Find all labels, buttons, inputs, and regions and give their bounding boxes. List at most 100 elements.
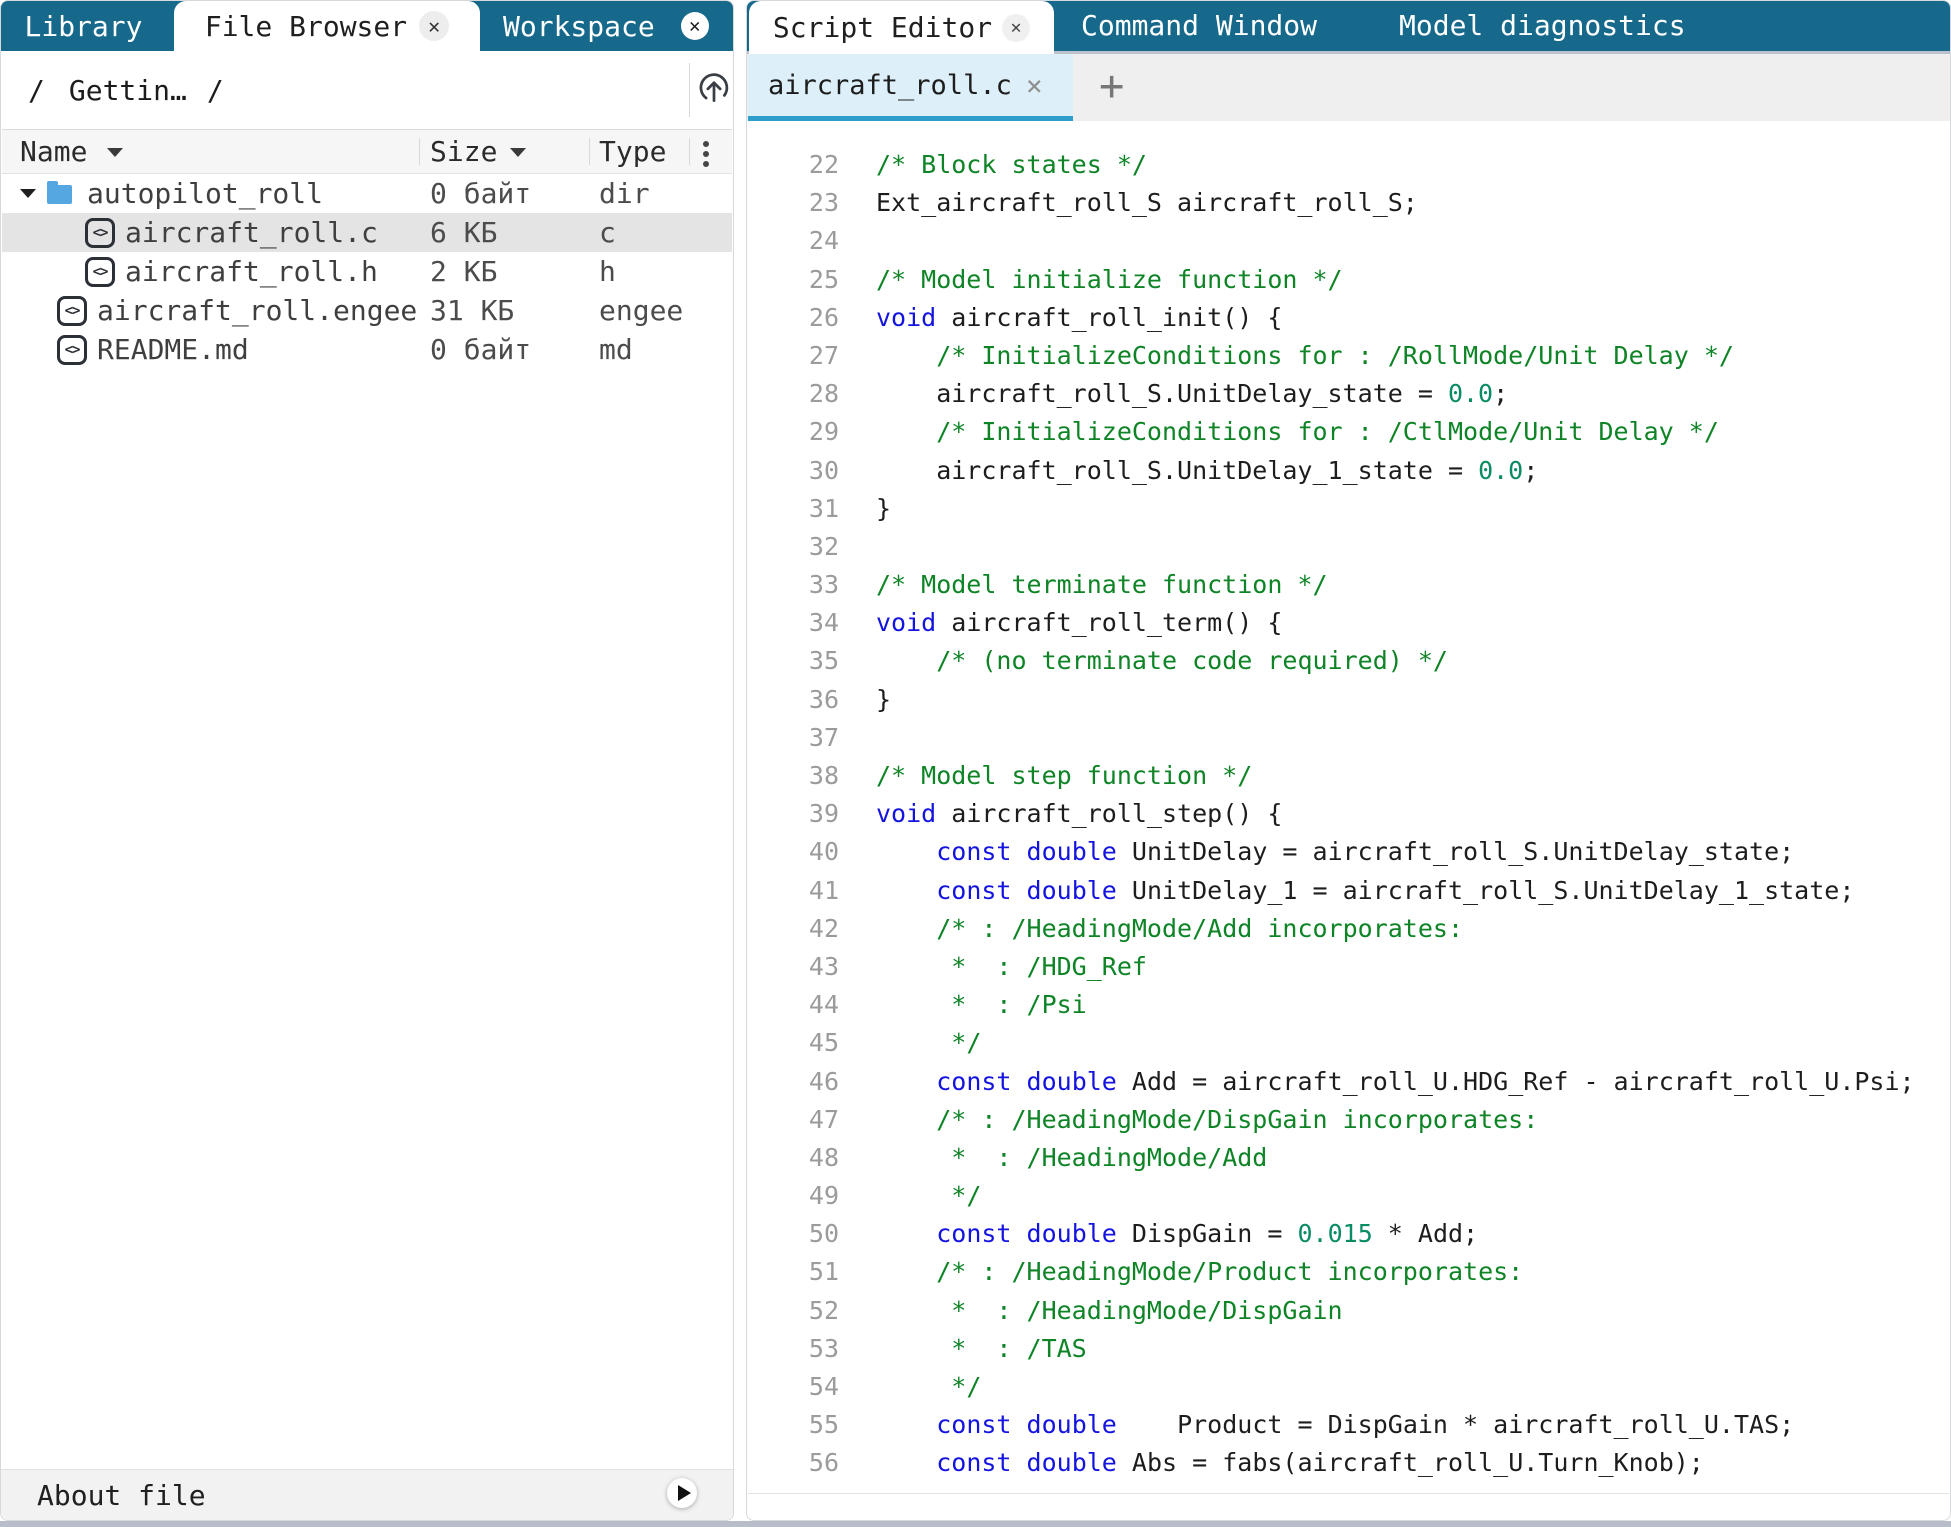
code-text: * : /HeadingMode/DispGain (876, 1292, 1343, 1330)
code-text: aircraft_roll_S.UnitDelay_1_state = 0.0; (876, 452, 1538, 490)
code-text: } (876, 681, 891, 719)
divider (589, 138, 590, 165)
code-text: * : /Psi (876, 986, 1087, 1024)
table-row[interactable]: autopilot_roll0 байтdir (2, 174, 732, 213)
close-icon[interactable]: ✕ (419, 11, 449, 41)
expand-caret-icon[interactable] (20, 189, 36, 198)
close-icon[interactable]: ✕ (1002, 14, 1030, 42)
file-name: aircraft_roll.c (125, 213, 378, 252)
code-line[interactable]: 24 (747, 222, 1950, 260)
tab-file-browser[interactable]: File Browser ✕ (174, 1, 480, 51)
tab-workspace[interactable]: Workspace ✕ (491, 1, 709, 51)
file-size: 31 КБ (430, 291, 514, 330)
table-row[interactable]: <>aircraft_roll.h2 КБh (2, 252, 732, 291)
code-text: /* : /HeadingMode/DispGain incorporates: (876, 1101, 1538, 1139)
code-line[interactable]: 41 const double UnitDelay_1 = aircraft_r… (747, 872, 1950, 910)
code-text: /* Block states */ (876, 146, 1147, 184)
code-line[interactable]: 22/* Block states */ (747, 146, 1950, 184)
file-browser-panel: Library File Browser ✕ Workspace ✕ / Get… (0, 0, 734, 1521)
code-text: const double UnitDelay_1 = aircraft_roll… (876, 872, 1854, 910)
file-type: dir (599, 174, 650, 213)
breadcrumb-root-slash[interactable]: / (28, 74, 45, 107)
code-line[interactable]: 40 const double UnitDelay = aircraft_rol… (747, 833, 1950, 871)
kebab-menu-icon[interactable] (703, 151, 709, 157)
code-text: */ (876, 1368, 981, 1406)
code-line[interactable]: 45 */ (747, 1024, 1950, 1062)
about-file-bar[interactable]: About file (1, 1469, 733, 1520)
code-text: */ (876, 1177, 981, 1215)
code-line[interactable]: 34void aircraft_roll_term() { (747, 604, 1950, 642)
sort-arrow-icon[interactable] (107, 148, 123, 157)
close-icon[interactable]: ✕ (681, 12, 709, 40)
table-row[interactable]: <>README.md0 байтmd (2, 330, 732, 369)
line-number: 46 (747, 1063, 839, 1101)
column-header-size[interactable]: Size (430, 130, 497, 173)
upload-icon (695, 69, 733, 107)
new-tab-button[interactable]: + (1087, 54, 1136, 116)
code-line[interactable]: 53 * : /TAS (747, 1330, 1950, 1368)
file-size: 0 байт (430, 174, 531, 213)
breadcrumb-folder[interactable]: Gettin… (69, 74, 187, 107)
code-editor[interactable]: 22/* Block states */23Ext_aircraft_roll_… (747, 121, 1950, 1490)
code-line[interactable]: 54 */ (747, 1368, 1950, 1406)
column-header-type[interactable]: Type (599, 130, 666, 173)
upload-button[interactable] (695, 69, 733, 107)
code-line[interactable]: 42 /* : /HeadingMode/Add incorporates: (747, 910, 1950, 948)
code-line[interactable]: 33/* Model terminate function */ (747, 566, 1950, 604)
code-line[interactable]: 48 * : /HeadingMode/Add (747, 1139, 1950, 1177)
code-text: void aircraft_roll_init() { (876, 299, 1282, 337)
code-line[interactable]: 43 * : /HDG_Ref (747, 948, 1950, 986)
code-text: /* : /HeadingMode/Add incorporates: (876, 910, 1463, 948)
folder-icon (47, 185, 72, 204)
code-line[interactable]: 32 (747, 528, 1950, 566)
code-line[interactable]: 35 /* (no terminate code required) */ (747, 642, 1950, 680)
code-line[interactable]: 31} (747, 490, 1950, 528)
table-row[interactable]: <>aircraft_roll.engee31 КБengee (2, 291, 732, 330)
code-line[interactable]: 23Ext_aircraft_roll_S aircraft_roll_S; (747, 184, 1950, 222)
sort-arrow-icon[interactable] (510, 148, 526, 157)
code-line[interactable]: 37 (747, 719, 1950, 757)
column-header-name[interactable]: Name (20, 130, 87, 173)
line-number: 54 (747, 1368, 839, 1406)
file-type: engee (599, 291, 683, 330)
tab-library[interactable]: Library (1, 1, 166, 51)
code-line[interactable]: 30 aircraft_roll_S.UnitDelay_1_state = 0… (747, 452, 1950, 490)
code-line[interactable]: 50 const double DispGain = 0.015 * Add; (747, 1215, 1950, 1253)
code-line[interactable]: 27 /* InitializeConditions for : /RollMo… (747, 337, 1950, 375)
file-tab-label: aircraft_roll.c (768, 70, 1012, 101)
divider (689, 63, 690, 117)
line-number: 38 (747, 757, 839, 795)
code-text: * : /HeadingMode/Add (876, 1139, 1267, 1177)
code-line[interactable]: 29 /* InitializeConditions for : /CtlMod… (747, 413, 1950, 451)
code-line[interactable]: 39void aircraft_roll_step() { (747, 795, 1950, 833)
code-line[interactable]: 56 const double Abs = fabs(aircraft_roll… (747, 1444, 1950, 1482)
table-row[interactable]: <>aircraft_roll.c6 КБc (2, 213, 732, 252)
expand-panel-button[interactable] (667, 1478, 697, 1508)
line-number: 55 (747, 1406, 839, 1444)
file-tab-aircraft-roll-c[interactable]: aircraft_roll.c × (748, 54, 1073, 121)
code-line[interactable]: 25/* Model initialize function */ (747, 261, 1950, 299)
code-line[interactable]: 46 const double Add = aircraft_roll_U.HD… (747, 1063, 1950, 1101)
close-icon[interactable]: × (1026, 69, 1043, 102)
code-line[interactable]: 26void aircraft_roll_init() { (747, 299, 1950, 337)
code-line[interactable]: 44 * : /Psi (747, 986, 1950, 1024)
code-line[interactable]: 51 /* : /HeadingMode/Product incorporate… (747, 1253, 1950, 1291)
code-line[interactable]: 47 /* : /HeadingMode/DispGain incorporat… (747, 1101, 1950, 1139)
code-line[interactable]: 38/* Model step function */ (747, 757, 1950, 795)
code-line[interactable]: 36} (747, 681, 1950, 719)
file-name: aircraft_roll.h (125, 252, 378, 291)
tab-command-window[interactable]: Command Window (1081, 1, 1317, 51)
line-number: 25 (747, 261, 839, 299)
tab-script-editor[interactable]: Script Editor ✕ (749, 1, 1054, 54)
tab-model-diagnostics[interactable]: Model diagnostics (1399, 1, 1686, 51)
line-number: 33 (747, 566, 839, 604)
line-number: 53 (747, 1330, 839, 1368)
code-line[interactable]: 55 const double Product = DispGain * air… (747, 1406, 1950, 1444)
code-line[interactable]: 28 aircraft_roll_S.UnitDelay_state = 0.0… (747, 375, 1950, 413)
code-text: * : /HDG_Ref (876, 948, 1147, 986)
code-line[interactable]: 52 * : /HeadingMode/DispGain (747, 1292, 1950, 1330)
code-text: } (876, 490, 891, 528)
line-number: 29 (747, 413, 839, 451)
code-line[interactable]: 49 */ (747, 1177, 1950, 1215)
file-size: 2 КБ (430, 252, 497, 291)
